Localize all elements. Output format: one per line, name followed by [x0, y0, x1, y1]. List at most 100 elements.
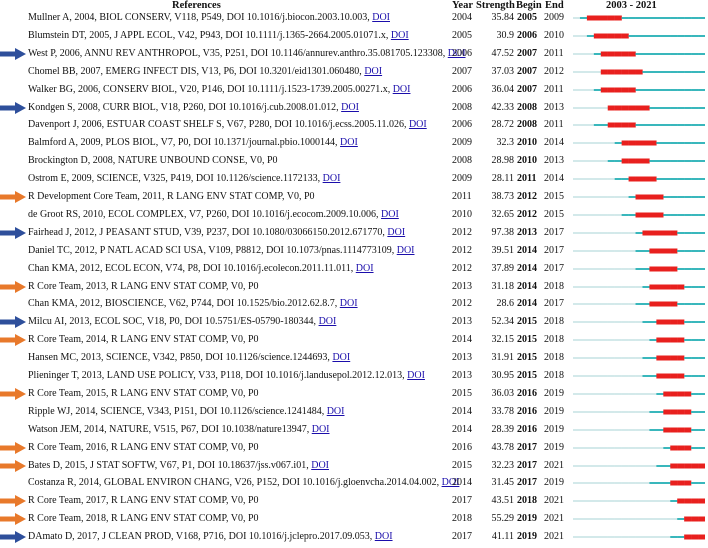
begin-cell: 2005: [517, 12, 537, 23]
doi-link[interactable]: DOI: [340, 298, 358, 309]
strength-cell: 52.34: [491, 316, 515, 328]
end-cell: 2013: [544, 101, 564, 113]
timeline-segment: [649, 446, 657, 449]
timeline-segment: [579, 52, 588, 55]
burst-segment: [663, 373, 671, 379]
reference-citation: R Core Team, 2014, R LANG ENV STAT COMP,…: [28, 334, 259, 346]
begin-cell: 2015: [517, 370, 537, 381]
doi-link[interactable]: DOI: [341, 102, 359, 113]
timeline-segment: [663, 17, 671, 19]
doi-link[interactable]: DOI: [311, 460, 329, 471]
timeline-segment: [649, 500, 657, 503]
doi-link[interactable]: DOI: [393, 84, 411, 95]
timeline-segment: [600, 482, 608, 485]
doi-link[interactable]: DOI: [319, 316, 337, 327]
burst-segment: [600, 15, 608, 21]
timeline-segment: [691, 124, 699, 127]
burst-segment: [663, 248, 671, 254]
timeline-segment: [656, 142, 664, 145]
timeline-segment: [593, 446, 601, 449]
reference-text: Hansen MC, 2013, SCIENCE, V342, P850, DO…: [28, 352, 350, 364]
timeline-segment: [621, 392, 629, 395]
timeline-segment: [677, 518, 685, 521]
burst-segment: [677, 284, 685, 289]
timeline-segment: [586, 392, 595, 395]
burst-segment: [684, 409, 692, 415]
doi-link[interactable]: DOI: [387, 227, 405, 238]
timeline-segment: [649, 375, 657, 377]
doi-link[interactable]: DOI: [409, 119, 427, 130]
burst-segment: [670, 230, 678, 236]
burst-segment: [698, 534, 705, 540]
doi-link[interactable]: DOI: [356, 263, 374, 274]
timeline-segment: [607, 339, 615, 342]
burst-segment: [677, 427, 685, 433]
end-cell: 2018: [544, 316, 564, 328]
timeline-segment: [663, 178, 671, 181]
doi-link[interactable]: DOI: [312, 424, 330, 435]
doi-link[interactable]: DOI: [391, 30, 409, 41]
timeline-segment: [573, 213, 581, 216]
burst-segment: [684, 480, 692, 486]
timeline-segment: [621, 536, 629, 539]
reference-text: Brockington D, 2008, NATURE UNBOUND CONS…: [28, 155, 278, 167]
burst-segment: [677, 373, 685, 379]
doi-link[interactable]: DOI: [407, 370, 425, 381]
reference-text: Chan KMA, 2012, ECOL ECON, V74, P8, DOI …: [28, 263, 374, 275]
begin-cell: 2016: [517, 423, 537, 435]
year-cell: 2013: [452, 370, 472, 381]
timeline-segment: [600, 339, 608, 342]
timeline-segment: [649, 70, 657, 73]
doi-link[interactable]: DOI: [332, 352, 350, 363]
doi-link[interactable]: DOI: [397, 245, 415, 256]
timeline-segment: [573, 70, 581, 73]
begin-cell: 2014: [517, 262, 537, 274]
timeline-segment: [684, 52, 692, 55]
table-row: DAmato D, 2017, J CLEAN PROD, V168, P716…: [0, 527, 708, 548]
timeline-segment: [579, 17, 588, 19]
timeline-segment: [698, 34, 705, 37]
reference-citation: Bates D, 2015, J STAT SOFTW, V67, P1, DO…: [28, 459, 309, 471]
burst-segment: [684, 463, 692, 468]
timeline-segment: [663, 70, 671, 73]
begin-cell: 2008: [517, 119, 537, 131]
timeline-segment: [573, 536, 581, 539]
timeline-segment: [593, 88, 601, 91]
timeline-segment: [586, 321, 595, 324]
timeline-segment: [579, 142, 588, 145]
timeline-segment: [642, 482, 650, 485]
timeline-segment: [698, 321, 705, 324]
timeline-segment: [593, 464, 601, 467]
timeline-segment: [635, 17, 643, 19]
burst-segment: [649, 284, 657, 289]
burst-segment: [684, 445, 692, 451]
doi-link[interactable]: DOI: [340, 137, 358, 148]
doi-link[interactable]: DOI: [364, 66, 382, 77]
timeline-segment: [684, 142, 692, 145]
end-cell: 2018: [544, 334, 564, 346]
timeline-segment: [607, 536, 615, 539]
burst-segment: [691, 516, 699, 522]
burst-segment: [656, 355, 664, 361]
timeline-segment: [691, 482, 699, 485]
year-cell: 2006: [452, 47, 472, 59]
burst-segment: [635, 176, 643, 182]
timeline-segment: [593, 482, 601, 485]
timeline-segment: [635, 303, 643, 306]
doi-link[interactable]: DOI: [323, 173, 341, 184]
doi-link[interactable]: DOI: [327, 406, 345, 417]
doi-link[interactable]: DOI: [372, 12, 390, 23]
doi-link[interactable]: DOI: [375, 531, 393, 542]
timeline-segment: [670, 518, 678, 521]
timeline-segment: [628, 482, 636, 485]
burst-segment: [656, 194, 664, 200]
reference-text: de Groot RS, 2010, ECOL COMPLEX, V7, P26…: [28, 209, 399, 221]
doi-link[interactable]: DOI: [381, 209, 399, 220]
burst-segment: [684, 427, 692, 433]
arrow-right-icon: [0, 191, 26, 203]
timeline-segment: [573, 160, 581, 163]
burst-timeline: [573, 480, 705, 486]
burst-segment: [670, 409, 678, 415]
reference-text: Bates D, 2015, J STAT SOFTW, V67, P1, DO…: [28, 460, 329, 472]
timeline-segment: [663, 160, 671, 163]
